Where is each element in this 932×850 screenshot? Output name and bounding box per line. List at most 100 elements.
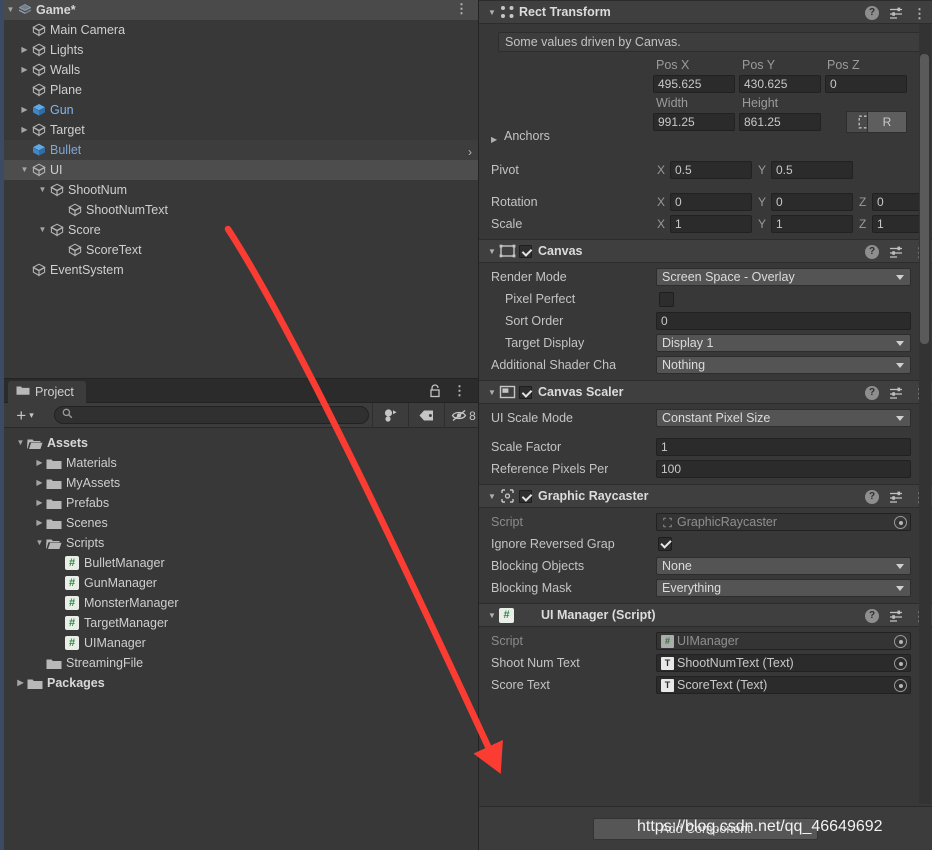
scale-factor-field[interactable]: 1 <box>656 438 911 456</box>
project-item-streamingfile[interactable]: StreamingFile <box>4 653 478 673</box>
twisty-icon[interactable] <box>33 513 46 533</box>
pivot-y-field[interactable]: 0.5 <box>771 161 853 179</box>
project-item-prefabs[interactable]: Prefabs <box>4 493 478 513</box>
search-by-type-icon[interactable] <box>372 403 408 428</box>
component-header-graphic-raycaster[interactable]: ▼ Graphic Raycaster ? <box>479 484 932 508</box>
twisty-icon[interactable] <box>18 160 31 180</box>
target-display-dropdown[interactable]: Display 1 <box>656 334 911 352</box>
height-field[interactable]: 861.25 <box>739 113 821 131</box>
component-header-canvas[interactable]: ▼ Canvas ? <box>479 239 932 263</box>
help-icon[interactable]: ? <box>865 490 879 504</box>
project-item-packages[interactable]: Packages <box>4 673 478 693</box>
component-header-canvas-scaler[interactable]: ▼ Canvas Scaler ? <box>479 380 932 404</box>
pixel-perfect-checkbox[interactable] <box>659 291 674 307</box>
twisty-icon[interactable] <box>18 40 31 60</box>
hierarchy-item-lights[interactable]: Lights <box>4 40 478 60</box>
project-item-materials[interactable]: Materials <box>4 453 478 473</box>
twisty-icon[interactable] <box>18 120 31 140</box>
graphic-raycaster-enabled-checkbox[interactable] <box>519 489 532 503</box>
twisty-icon[interactable] <box>36 220 49 240</box>
help-icon[interactable]: ? <box>865 386 879 400</box>
hierarchy-item-target[interactable]: Target <box>4 120 478 140</box>
twisty-icon[interactable] <box>18 100 31 120</box>
component-kebab-menu-icon[interactable]: ⋮ <box>913 7 926 20</box>
inspector-scrollbar-track[interactable] <box>919 24 931 804</box>
hierarchy-scene-row[interactable]: Game* ⋮ <box>4 0 478 20</box>
rotation-x-field[interactable]: 0 <box>670 193 752 211</box>
twisty-icon[interactable] <box>14 673 27 693</box>
twisty-icon[interactable] <box>33 453 46 473</box>
twisty-icon[interactable] <box>14 433 27 453</box>
canvas-scaler-enabled-checkbox[interactable] <box>519 385 532 399</box>
hierarchy-item-scoretext[interactable]: ScoreText <box>4 240 478 260</box>
help-icon[interactable]: ? <box>865 609 879 623</box>
twisty-icon[interactable] <box>33 533 46 553</box>
blocking-mask-dropdown[interactable]: Everything <box>656 579 911 597</box>
project-item-bulletmanager[interactable]: # BulletManager <box>4 553 478 573</box>
twisty-icon[interactable] <box>33 493 46 513</box>
rect-transform-twisty-icon[interactable]: ▼ <box>485 8 499 17</box>
twisty-icon[interactable] <box>36 180 49 200</box>
raw-mode-button[interactable]: R <box>867 111 907 133</box>
component-header-ui-manager[interactable]: ▼ # UI Manager (Script) ? ⋮ <box>479 603 932 627</box>
twisty-icon[interactable] <box>33 473 46 493</box>
project-item-monstermanager[interactable]: # MonsterManager <box>4 593 478 613</box>
project-item-gunmanager[interactable]: # GunManager <box>4 573 478 593</box>
project-item-targetmanager[interactable]: # TargetManager <box>4 613 478 633</box>
project-item-scripts[interactable]: Scripts <box>4 533 478 553</box>
tag-icon[interactable] <box>408 403 444 428</box>
hierarchy-item-walls[interactable]: Walls <box>4 60 478 80</box>
pivot-x-field[interactable]: 0.5 <box>670 161 752 179</box>
project-item-myassets[interactable]: MyAssets <box>4 473 478 493</box>
hierarchy-item-ui[interactable]: UI <box>4 160 478 180</box>
blocking-objects-dropdown[interactable]: None <box>656 557 911 575</box>
tab-project[interactable]: Project <box>8 381 86 403</box>
project-item-scenes[interactable]: Scenes <box>4 513 478 533</box>
scene-visibility-toggle[interactable]: 8 <box>444 403 482 428</box>
project-item-assets[interactable]: Assets <box>4 433 478 453</box>
hierarchy-panel[interactable]: Game* ⋮ Main Camera Lights Walls Plane Gun Ta… <box>4 0 478 372</box>
help-icon[interactable]: ? <box>865 245 879 259</box>
preset-icon[interactable] <box>889 245 903 259</box>
score-text-field[interactable]: T ScoreText (Text) <box>656 676 911 694</box>
hierarchy-item-main-camera[interactable]: Main Camera <box>4 20 478 40</box>
shoot-num-text-field[interactable]: T ShootNumText (Text) <box>656 654 911 672</box>
inspector-scrollbar-thumb[interactable] <box>920 54 929 344</box>
hierarchy-item-gun[interactable]: Gun <box>4 100 478 120</box>
reference-pixels-field[interactable]: 100 <box>656 460 911 478</box>
canvas-twisty-icon[interactable]: ▼ <box>485 247 499 256</box>
object-picker-icon[interactable] <box>894 679 907 692</box>
search-input[interactable] <box>54 406 369 424</box>
project-kebab-menu-icon[interactable]: ⋮ <box>453 381 466 401</box>
scene-twisty-icon[interactable] <box>4 0 17 20</box>
hierarchy-item-shootnum[interactable]: ShootNum <box>4 180 478 200</box>
pos-y-field[interactable]: 430.625 <box>739 75 821 93</box>
lock-icon[interactable] <box>428 383 442 398</box>
scale-x-field[interactable]: 1 <box>670 215 752 233</box>
object-picker-icon[interactable] <box>894 635 907 648</box>
hierarchy-item-bullet[interactable]: Bullet › <box>4 140 478 160</box>
ignore-reversed-checkbox[interactable] <box>658 537 672 551</box>
preset-icon[interactable] <box>889 386 903 400</box>
pos-z-field[interactable]: 0 <box>825 75 907 93</box>
object-picker-icon[interactable] <box>894 516 907 529</box>
shader-channels-dropdown[interactable]: Nothing <box>656 356 911 374</box>
width-field[interactable]: 991.25 <box>653 113 735 131</box>
ui-manager-twisty-icon[interactable]: ▼ <box>485 611 499 620</box>
rotation-y-field[interactable]: 0 <box>771 193 853 211</box>
hierarchy-item-shootnumtext[interactable]: ShootNumText <box>4 200 478 220</box>
pos-x-field[interactable]: 495.625 <box>653 75 735 93</box>
project-tree[interactable]: Assets Materials MyAssets Prefabs Scenes Scri… <box>4 429 478 850</box>
anchors-twisty-icon[interactable]: ▶ <box>491 135 497 144</box>
scale-y-field[interactable]: 1 <box>771 215 853 233</box>
preset-icon[interactable] <box>889 490 903 504</box>
preset-icon[interactable] <box>889 609 903 623</box>
preset-icon[interactable] <box>889 6 903 20</box>
canvas-enabled-checkbox[interactable] <box>519 244 532 258</box>
graphic-raycaster-twisty-icon[interactable]: ▼ <box>485 492 499 501</box>
project-item-uimanager[interactable]: # UIManager <box>4 633 478 653</box>
hierarchy-kebab-menu-icon[interactable]: ⋮ <box>455 0 468 20</box>
open-prefab-chevron-icon[interactable]: › <box>468 142 472 162</box>
help-icon[interactable]: ? <box>865 6 879 20</box>
canvas-scaler-twisty-icon[interactable]: ▼ <box>485 388 499 397</box>
